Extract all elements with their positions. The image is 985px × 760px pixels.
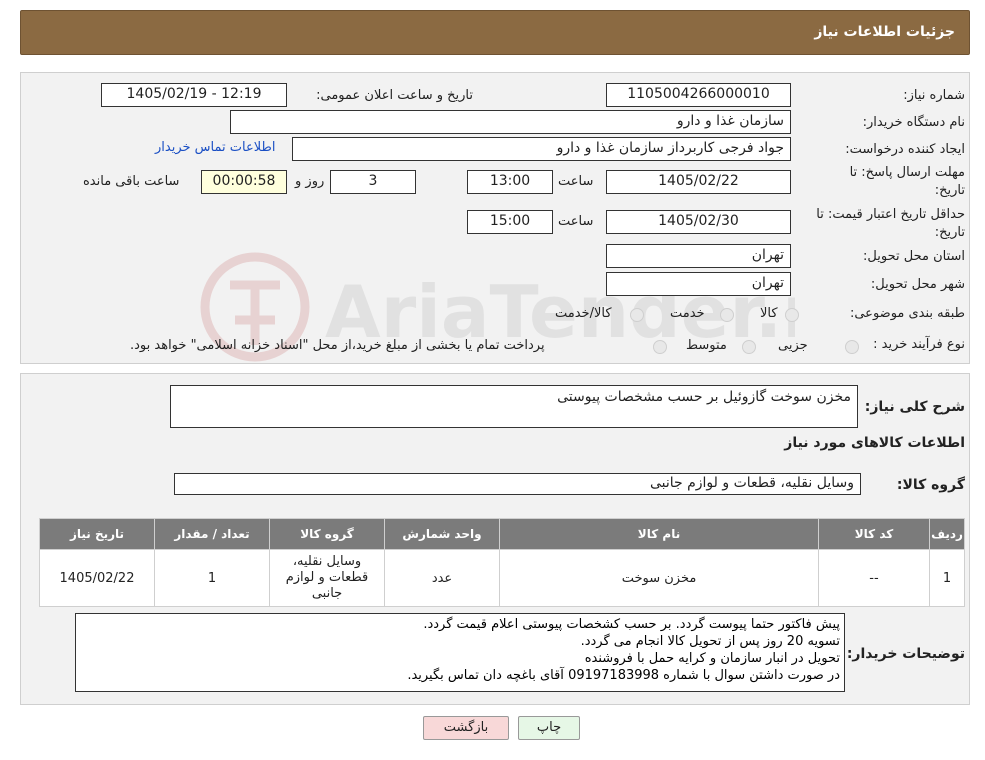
back-button[interactable]: بازگشت — [423, 716, 509, 740]
cell-goods-code: -- — [818, 549, 930, 607]
province-label: استان محل تحویل: — [863, 249, 965, 264]
cell-goods-name: مخزن سوخت — [499, 549, 819, 607]
deadline-label-line2: تاریخ: — [934, 183, 965, 198]
buyer-notes-label: توضیحات خریدار: — [846, 646, 965, 662]
category-label: طبقه بندی موضوعی: — [849, 306, 965, 321]
cell-unit: عدد — [384, 549, 500, 607]
process-option-minor: جزیی — [778, 338, 808, 353]
need-number-field: 1105004266000010 — [606, 83, 791, 107]
goods-table: ردیف کد کالا نام کالا واحد شمارش گروه کا… — [39, 518, 965, 607]
col-goods-group: گروه کالا — [269, 518, 385, 550]
table-row: 1 -- مخزن سوخت عدد وسایل نقلیه، قطعات و … — [39, 549, 965, 607]
process-option-medium: متوسط — [686, 338, 727, 353]
col-unit: واحد شمارش — [384, 518, 500, 550]
category-option-service: خدمت — [670, 306, 705, 321]
deadline-date-field: 1405/02/22 — [606, 170, 791, 194]
deadline-time-field: 13:00 — [467, 170, 553, 194]
validity-time-field: 15:00 — [467, 210, 553, 234]
process-radio-minor[interactable] — [845, 340, 859, 354]
province-field: تهران — [606, 244, 791, 268]
process-radio-treasury[interactable] — [653, 340, 667, 354]
col-quantity: تعداد / مقدار — [154, 518, 270, 550]
buyer-contact-link[interactable]: اطلاعات تماس خریدار — [155, 140, 275, 155]
cell-row-number: 1 — [929, 549, 965, 607]
col-row-number: ردیف — [929, 518, 965, 550]
validity-date-field: 1405/02/30 — [606, 210, 791, 234]
days-label: روز و — [295, 174, 325, 189]
need-number-label: شماره نیاز: — [903, 88, 965, 103]
table-header-row: ردیف کد کالا نام کالا واحد شمارش گروه کا… — [39, 518, 965, 550]
buyer-org-label: نام دستگاه خریدار: — [862, 115, 965, 130]
category-radio-goods[interactable] — [785, 308, 799, 322]
cell-need-date: 1405/02/22 — [39, 549, 155, 607]
announce-datetime-field: 1405/02/19 - 12:19 — [101, 83, 287, 107]
col-goods-code: کد کالا — [818, 518, 930, 550]
need-description-field: مخزن سوخت گازوئیل بر حسب مشخصات پیوستی — [170, 385, 858, 428]
remaining-time-field: 00:00:58 — [201, 170, 287, 194]
col-goods-name: نام کالا — [499, 518, 819, 550]
col-need-date: تاریخ نیاز — [39, 518, 155, 550]
validity-time-label: ساعت — [558, 214, 594, 229]
category-option-goods-service: کالا/خدمت — [555, 306, 612, 321]
validity-label-line1: حداقل تاریخ اعتبار قیمت: تا — [816, 207, 965, 222]
remaining-time-label: ساعت باقی مانده — [83, 174, 180, 189]
cell-quantity: 1 — [154, 549, 270, 607]
city-field: تهران — [606, 272, 791, 296]
category-radio-service[interactable] — [720, 308, 734, 322]
days-field: 3 — [330, 170, 416, 194]
city-label: شهر محل تحویل: — [870, 277, 965, 292]
goods-group-field: وسایل نقلیه، قطعات و لوازم جانبی — [174, 473, 861, 495]
requester-label: ایجاد کننده درخواست: — [845, 142, 965, 157]
deadline-label-line1: مهلت ارسال پاسخ: تا — [849, 165, 965, 180]
category-radio-goods-service[interactable] — [630, 308, 644, 322]
process-label: نوع فرآیند خرید : — [873, 337, 965, 352]
goods-info-title: اطلاعات کالاهای مورد نیاز — [784, 435, 965, 451]
deadline-time-label: ساعت — [558, 174, 594, 189]
category-option-goods: کالا — [760, 306, 778, 321]
goods-group-label: گروه کالا: — [896, 477, 965, 493]
page-header: جزئیات اطلاعات نیاز — [20, 10, 970, 55]
process-radio-medium[interactable] — [742, 340, 756, 354]
page-title: جزئیات اطلاعات نیاز — [814, 24, 955, 40]
cell-goods-group: وسایل نقلیه، قطعات و لوازم جانبی — [269, 549, 385, 607]
buyer-notes-field[interactable]: پیش فاکتور حتما پیوست گردد. بر حسب کشخصا… — [75, 613, 845, 692]
requester-field: جواد فرجی کاربرداز سازمان غذا و دارو — [292, 137, 791, 161]
buyer-org-field: سازمان غذا و دارو — [230, 110, 791, 134]
announce-datetime-label: تاریخ و ساعت اعلان عمومی: — [316, 88, 473, 103]
print-button[interactable]: چاپ — [518, 716, 580, 740]
need-description-label: شرح کلی نیاز: — [864, 399, 965, 415]
payment-note: پرداخت تمام یا بخشی از مبلغ خرید،از محل … — [130, 338, 545, 353]
validity-label-line2: تاریخ: — [934, 225, 965, 240]
